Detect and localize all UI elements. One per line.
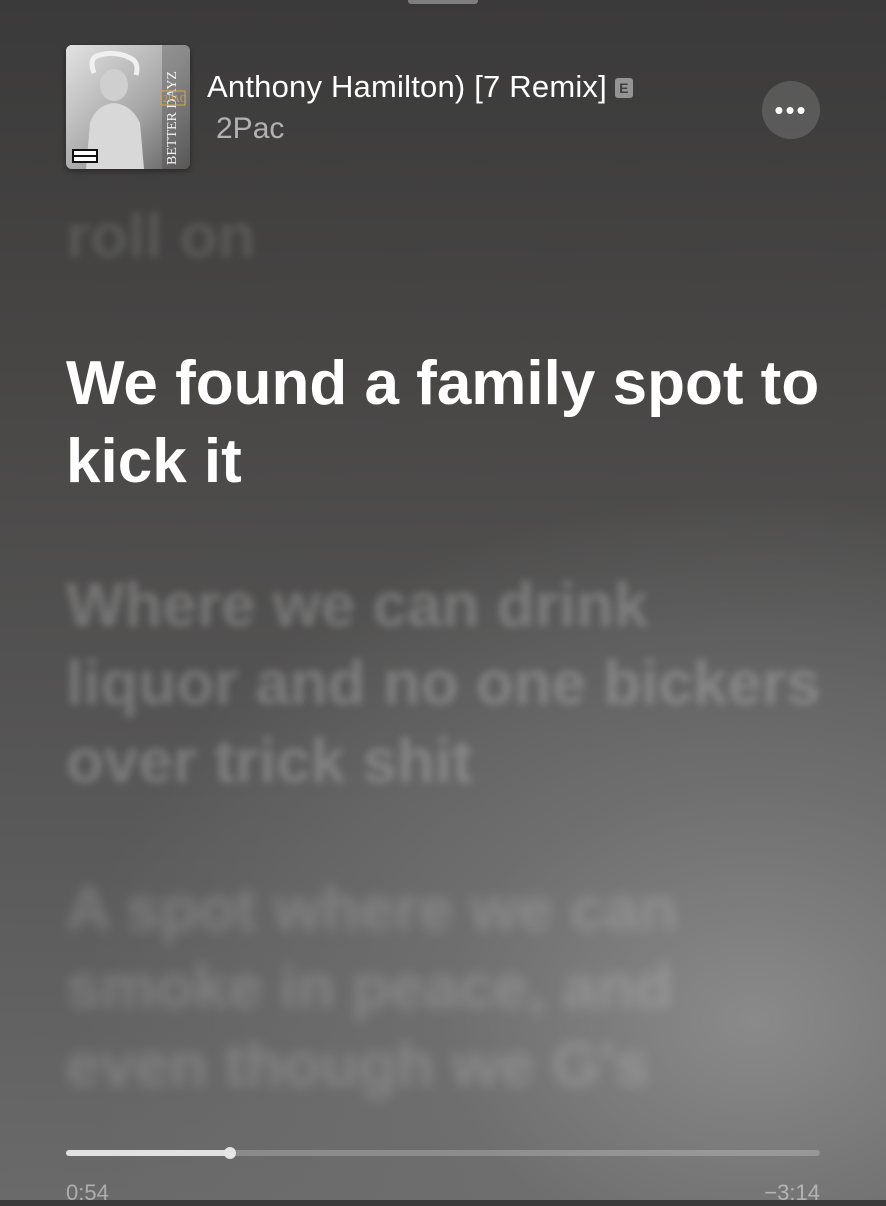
sheet-grabber[interactable] bbox=[408, 0, 478, 4]
lyric-line-current[interactable]: We found a family spot to kick it bbox=[66, 345, 826, 501]
album-art-image: BETTER DAYZ 2PAC bbox=[66, 45, 190, 169]
svg-text:BETTER DAYZ: BETTER DAYZ bbox=[165, 71, 180, 165]
more-options-button[interactable]: ••• bbox=[762, 81, 820, 139]
explicit-badge: E bbox=[614, 78, 633, 98]
track-title-text: Anthony Hamilton) [7 Remix] bbox=[207, 69, 607, 104]
lyric-line-following[interactable]: A spot where we can smoke in peace, and … bbox=[66, 871, 826, 1105]
svg-text:2PAC: 2PAC bbox=[163, 94, 187, 105]
track-title[interactable]: Anthony Hamilton) [7 Remix] E bbox=[207, 69, 633, 105]
album-art[interactable]: BETTER DAYZ 2PAC bbox=[66, 45, 190, 169]
playback-progress-bar[interactable] bbox=[66, 1147, 820, 1159]
artist-name[interactable]: 2Pac bbox=[216, 112, 284, 146]
lyric-line-next[interactable]: Where we can drink liquor and no one bic… bbox=[66, 567, 826, 801]
lyric-line-previous[interactable]: roll on bbox=[66, 198, 826, 276]
elapsed-time: 0:54 bbox=[66, 1180, 109, 1205]
progress-fill bbox=[66, 1150, 230, 1156]
progress-scrubber-knob[interactable] bbox=[223, 1147, 236, 1159]
remaining-time: −3:14 bbox=[764, 1180, 820, 1205]
now-playing-header: BETTER DAYZ 2PAC Anthony Hamilton) [7 Re… bbox=[66, 45, 826, 169]
